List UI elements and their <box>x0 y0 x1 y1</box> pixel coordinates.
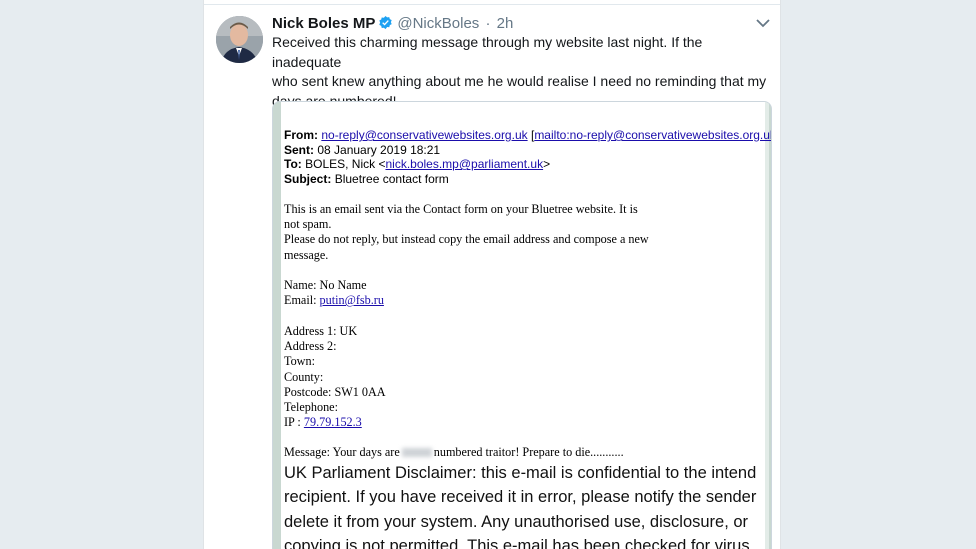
ip-label: IP : <box>284 415 304 430</box>
email-headers: From: no-reply@conservativewebsites.org.… <box>284 128 771 187</box>
intro-line: This is an email sent via the Contact fo… <box>284 202 638 216</box>
address-line: County: <box>284 369 324 384</box>
disclaimer-line: copying is not permitted. This e-mail ha… <box>284 536 750 549</box>
message-pre: Message: Your days are <box>284 445 400 459</box>
redacted-word <box>401 448 432 457</box>
from-mailto-link[interactable]: mailto:no-reply@conservativewebsites.org… <box>534 128 771 142</box>
tweet-text-line: who sent knew anything about me he would… <box>272 73 767 89</box>
parliament-disclaimer: UK Parliament Disclaimer: this e-mail is… <box>284 461 771 549</box>
chevron-down-icon[interactable] <box>756 15 770 33</box>
sender-details: Name: No Name Email: putin@fsb.ru <box>284 278 384 308</box>
disclaimer-line: UK Parliament Disclaimer: this e-mail is… <box>284 464 757 482</box>
address-line: Address 2: <box>284 339 337 354</box>
to-close: > <box>543 157 551 171</box>
to-address-link[interactable]: nick.boles.mp@parliament.uk <box>385 157 543 171</box>
intro-line: message. <box>284 247 329 262</box>
email-screenshot: From: no-reply@conservativewebsites.org.… <box>281 102 771 549</box>
subject-line: Subject: Bluetree contact form <box>284 171 771 187</box>
tweet-timestamp[interactable]: 2h <box>497 15 514 32</box>
tweet-text-line: Received this charming message through m… <box>272 34 703 70</box>
to-name: BOLES, Nick < <box>305 157 386 171</box>
subject-value: Bluetree contact form <box>334 171 449 186</box>
from-line: From: no-reply@conservativewebsites.org.… <box>284 128 771 143</box>
tweet-text: Received this charming message through m… <box>272 33 772 111</box>
email-intro: This is an email sent via the Contact fo… <box>284 202 649 263</box>
address-block: Address 1: UK Address 2: Town: County: P… <box>284 324 386 430</box>
author-handle[interactable]: @NickBoles <box>397 15 479 32</box>
avatar[interactable] <box>216 16 263 63</box>
from-label: From: <box>284 128 318 142</box>
disclaimer-line: recipient. If you have received it in er… <box>284 488 757 507</box>
email-line: Email: putin@fsb.ru <box>284 293 384 308</box>
separator-dot: · <box>485 15 491 32</box>
message-post: numbered traitor! Prepare to die........… <box>433 445 624 459</box>
to-label: To: <box>284 157 302 171</box>
intro-line: not spam. <box>284 217 332 232</box>
intro-line: Please do not reply, but instead copy th… <box>284 232 649 247</box>
ip-link[interactable]: 79.79.152.3 <box>304 415 362 429</box>
address-line: Town: <box>284 354 315 369</box>
author-name[interactable]: Nick Boles MP <box>272 15 375 32</box>
name-line: Name: No Name <box>284 278 367 292</box>
address-line: Postcode: SW1 0AA <box>284 384 386 399</box>
address-line: Telephone: <box>284 400 338 415</box>
tweet-media-image[interactable]: From: no-reply@conservativewebsites.org.… <box>272 101 772 549</box>
sent-line: Sent: 08 January 2019 18:21 <box>284 142 771 158</box>
disclaimer-line: delete it from your system. Any unauthor… <box>284 512 749 531</box>
tweet-card[interactable]: Nick Boles MP @NickBoles · 2h Received th… <box>203 0 781 549</box>
divider <box>204 4 780 5</box>
address-line: Address 1: UK <box>284 324 358 338</box>
from-address-link[interactable]: no-reply@conservativewebsites.org.uk <box>321 128 527 142</box>
to-line: To: BOLES, Nick <nick.boles.mp@parliamen… <box>284 157 771 172</box>
subject-label: Subject: <box>284 171 332 186</box>
sender-email-link[interactable]: putin@fsb.ru <box>320 293 384 307</box>
message-line: Message: Your days are numbered traitor! … <box>284 445 624 460</box>
sent-value: 08 January 2019 18:21 <box>317 142 441 157</box>
ip-line: IP : 79.79.152.3 <box>284 415 386 430</box>
sent-label: Sent: <box>284 142 314 157</box>
email-label: Email: <box>284 293 320 308</box>
